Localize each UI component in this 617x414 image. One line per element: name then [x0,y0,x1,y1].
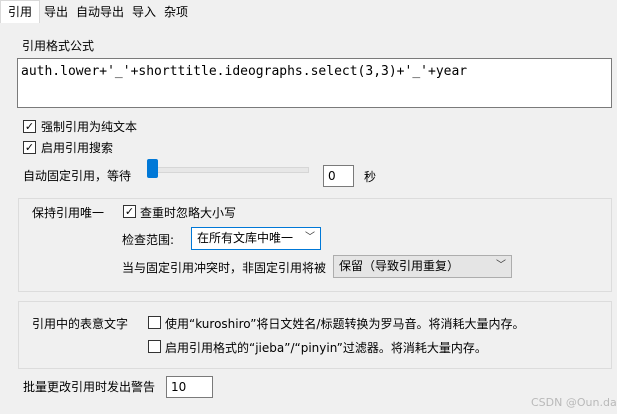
jieba-label: 启用引用格式的“jieba”/“pinyin”过滤器。将消耗大量内存。 [165,341,487,355]
chevron-down-icon: ﹀ [305,232,315,243]
conflict-select[interactable]: 保留（导致引用重复） ﹀ [333,255,512,278]
chevron-down-icon: ﹀ [496,260,506,271]
citation-format-label: 引用格式公式 [22,39,95,53]
conflict-label: 当与固定引用冲突时，非固定引用将被 [122,261,327,275]
auto-pin-slider-track[interactable] [149,167,309,173]
tab-strip: 引用 导出 自动导出 导入 杂项 [0,0,617,24]
scope-label: 检查范围: [122,233,175,247]
jieba-checkbox[interactable] [148,340,161,353]
tab-misc[interactable]: 杂项 [161,3,191,22]
unique-label: 保持引用唯一 [32,206,105,220]
ignore-case-label: 查重时忽略大小写 [140,206,237,220]
kuroshiro-checkbox[interactable] [148,316,161,329]
bulk-warning-input[interactable]: 10 [166,376,213,398]
enable-search-checkbox[interactable]: ✓ [23,141,36,154]
force-plain-text-label: 强制引用为纯文本 [41,120,138,134]
ideographs-group [18,301,612,369]
ideographs-label: 引用中的表意文字 [32,317,129,331]
tab-import[interactable]: 导入 [129,3,159,22]
force-plain-text-checkbox[interactable]: ✓ [23,120,36,133]
auto-pin-seconds-input[interactable]: 0 [323,165,354,187]
kuroshiro-label: 使用“kuroshiro”将日文姓名/标题转换为罗马音。将消耗大量内存。 [165,317,525,331]
enable-search-label: 启用引用搜索 [41,141,114,155]
watermark-text: CSDN @Oun.da [531,396,617,409]
ignore-case-checkbox[interactable]: ✓ [123,205,136,218]
auto-pin-slider-thumb[interactable] [147,159,158,178]
auto-pin-unit: 秒 [364,170,377,184]
auto-pin-label: 自动固定引用，等待 [23,169,132,183]
citation-format-input[interactable]: auth.lower+'_'+shorttitle.ideographs.sel… [17,58,612,108]
tab-export[interactable]: 导出 [41,3,71,22]
tab-citation[interactable]: 引用 [0,0,40,24]
tab-auto-export[interactable]: 自动导出 [73,3,127,22]
scope-select[interactable]: 在所有文库中唯一 ﹀ [191,227,321,250]
conflict-select-value: 保留（导致引用重复） [339,259,460,273]
scope-select-value: 在所有文库中唯一 [197,231,294,245]
bulk-warning-label: 批量更改引用时发出警告 [23,380,156,394]
